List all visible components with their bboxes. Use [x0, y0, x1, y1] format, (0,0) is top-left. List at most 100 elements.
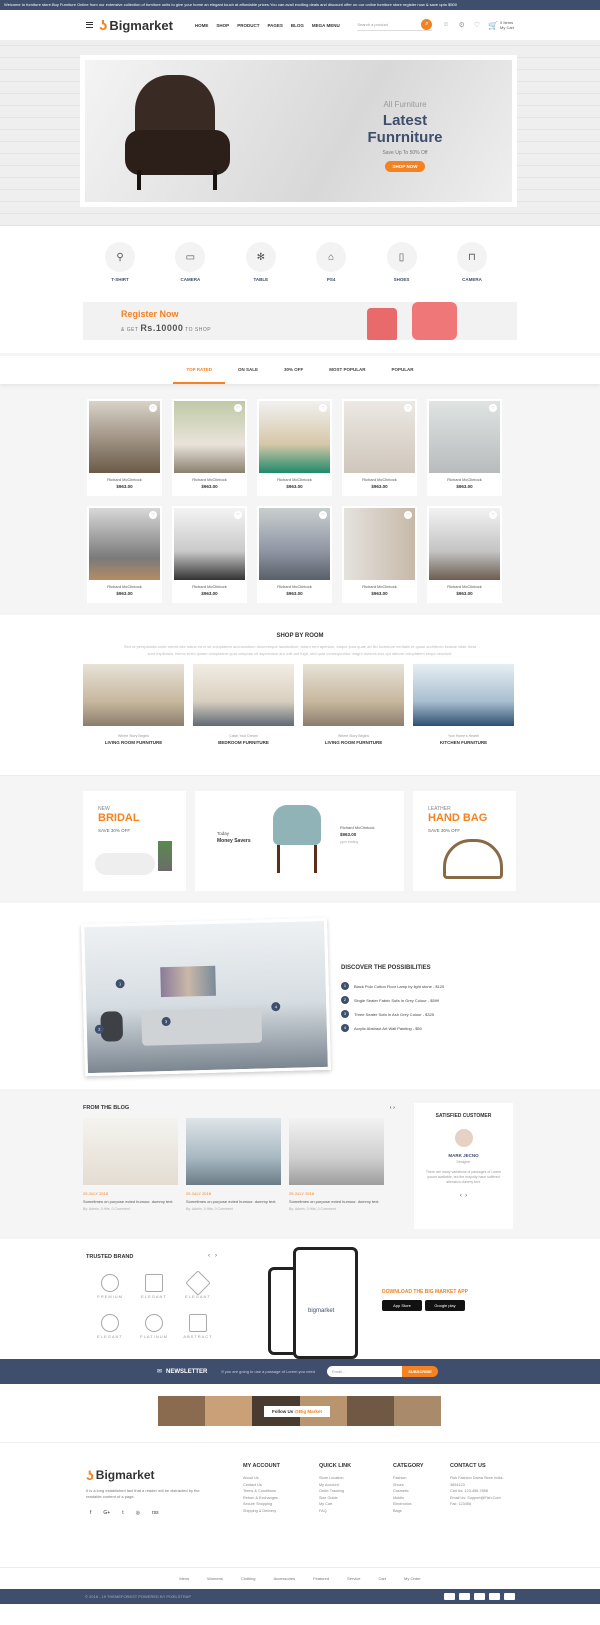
blog-post[interactable]: 25 JULY 2018 Sometimes on purpose ected h…: [83, 1118, 178, 1211]
promo-money-savers[interactable]: Today Money Savers Richard McClintock $9…: [195, 791, 404, 891]
brand-logo[interactable]: ABSTRACT: [177, 1314, 219, 1344]
product-card[interactable]: ♡ Richard McClintock $963.00: [342, 506, 417, 603]
blog-post[interactable]: 25 JULY 2018 Sometimes on purpose ected h…: [289, 1118, 384, 1211]
brand-logo[interactable]: ELEGANT: [89, 1314, 131, 1344]
wishlist-heart-icon[interactable]: ♡: [404, 511, 412, 519]
discover-item[interactable]: 3 Three Seater Sofa In Ash Grey Colour - …: [341, 1007, 511, 1021]
logo[interactable]: ʖ Bigmarket: [99, 17, 173, 34]
wishlist-heart-icon[interactable]: ♡: [149, 511, 157, 519]
nav-mega-menu[interactable]: MEGA MENU: [312, 23, 340, 28]
category-item[interactable]: ⚲ T-SHIRT: [100, 242, 140, 302]
nav-pages[interactable]: PAGES: [267, 23, 282, 28]
footer-link[interactable]: Bags: [393, 1508, 424, 1515]
twitter-icon[interactable]: t: [122, 1510, 123, 1516]
shop-now-button[interactable]: SHOP NOW: [384, 161, 426, 172]
category-item[interactable]: ✻ TABLE: [241, 242, 281, 302]
google-play-button[interactable]: Google play: [425, 1300, 465, 1311]
product-card[interactable]: ♡ Richard McClintock $963.00: [427, 399, 502, 496]
product-card[interactable]: ♡ Richard McClintock $963.00: [342, 399, 417, 496]
bottom-link[interactable]: Clothing: [241, 1576, 256, 1581]
discover-icon: [504, 1593, 515, 1600]
wishlist-heart-icon[interactable]: ♡: [474, 21, 480, 29]
bottom-link[interactable]: Service: [347, 1576, 360, 1581]
product-card[interactable]: ♡ Richard McClintock $963.00: [172, 399, 247, 496]
prev-arrow-icon[interactable]: ‹: [390, 1105, 392, 1111]
room-card[interactable]: Your Home's Hearth KITCHEN FURNITURE: [413, 664, 514, 745]
nav-product[interactable]: PRODUCT: [237, 23, 259, 28]
tab-popular[interactable]: POPULAR: [379, 356, 427, 384]
follow-us-button[interactable]: Follow Us @Big Market: [264, 1406, 330, 1417]
product-card[interactable]: ♡ Richard McClintock $963.00: [87, 506, 162, 603]
next-arrow-icon[interactable]: ›: [465, 1193, 467, 1199]
room-card[interactable]: Where Story Begins LIVING ROOM FURNITURE: [83, 664, 184, 745]
footer-link[interactable]: Terms & Conditions: [243, 1488, 280, 1495]
wishlist-heart-icon[interactable]: ♡: [319, 511, 327, 519]
room-card[interactable]: Where Story Begins LIVING ROOM FURNITURE: [303, 664, 404, 745]
bottom-link[interactable]: Featured: [313, 1576, 329, 1581]
rss-icon[interactable]: rss: [152, 1510, 159, 1516]
hamburger-menu-icon[interactable]: [86, 22, 93, 28]
category-item[interactable]: ▭ CAMERA: [170, 242, 210, 302]
bottom-link[interactable]: Accessories: [274, 1576, 296, 1581]
discover-item[interactable]: 4 Acrylic Abstract Art Wall Painting - $5…: [341, 1021, 511, 1035]
wishlist-heart-icon[interactable]: ♡: [319, 404, 327, 412]
email-field[interactable]: Email...: [327, 1366, 402, 1377]
tab-top-rated[interactable]: TOP RATED: [173, 356, 225, 384]
prev-arrow-icon[interactable]: ‹: [460, 1193, 462, 1199]
bottom-link[interactable]: Cart: [378, 1576, 386, 1581]
hotspot-marker[interactable]: 4: [271, 1002, 281, 1012]
user-icon[interactable]: ☺: [442, 21, 449, 29]
wishlist-heart-icon[interactable]: ♡: [489, 511, 497, 519]
tab-on-sale[interactable]: ON SALE: [225, 356, 271, 384]
brand-logo[interactable]: PLATINUM: [133, 1314, 175, 1344]
bottom-link[interactable]: Womens: [207, 1576, 223, 1581]
brand-logo[interactable]: ELEGANT: [133, 1274, 175, 1304]
app-store-button[interactable]: App Store: [382, 1300, 422, 1311]
bottom-link[interactable]: Mens: [179, 1576, 189, 1581]
wishlist-heart-icon[interactable]: ♡: [234, 511, 242, 519]
category-item[interactable]: ⌂ PS4: [311, 242, 351, 302]
facebook-icon[interactable]: f: [90, 1510, 91, 1516]
product-card[interactable]: ♡ Richard McClintock $963.00: [427, 506, 502, 603]
brand-logo[interactable]: PREMIUM: [89, 1274, 131, 1304]
promo-hand-bag[interactable]: LEATHER HAND BAG SAVE 30% OFF: [413, 791, 516, 891]
brand-logo[interactable]: ELEGANT: [177, 1270, 219, 1304]
tab-most-popular[interactable]: MOST POPULAR: [316, 356, 378, 384]
footer-link[interactable]: Shipping & Delivery: [243, 1508, 280, 1515]
discover-item[interactable]: 2 Single Seater Fabric Sofa In Grey Colou…: [341, 993, 511, 1007]
next-arrow-icon[interactable]: ›: [393, 1105, 395, 1111]
product-card[interactable]: ♡ Richard McClintock $963.00: [87, 399, 162, 496]
search-input[interactable]: Search a product ⌕: [357, 19, 433, 31]
wishlist-heart-icon[interactable]: ♡: [404, 404, 412, 412]
category-item[interactable]: ▯ SHOES: [382, 242, 422, 302]
footer-link[interactable]: FAQ: [319, 1508, 351, 1515]
subscribe-button[interactable]: SUBSCRIBE: [402, 1366, 438, 1377]
product-card[interactable]: ♡ Richard McClintock $963.00: [257, 399, 332, 496]
bottom-link[interactable]: My Order: [404, 1576, 421, 1581]
google-plus-icon[interactable]: G+: [103, 1510, 110, 1516]
next-arrow-icon[interactable]: ›: [215, 1253, 217, 1259]
cart-button[interactable]: 🛒 0 Items My Cart: [488, 20, 514, 30]
product-card[interactable]: ♡ Richard McClintock $963.00: [172, 506, 247, 603]
wishlist-heart-icon[interactable]: ♡: [149, 404, 157, 412]
nav-blog[interactable]: BLOG: [291, 23, 304, 28]
nav-home[interactable]: HOME: [195, 23, 209, 28]
footer-logo[interactable]: ʖ Bigmarket: [86, 1467, 154, 1483]
room-card[interactable]: Catch Your Dream BEDROOM FURNITURE: [193, 664, 294, 745]
tab-30-off[interactable]: 30% OFF: [271, 356, 316, 384]
discover-list: DISCOVER THE POSSIBILITIES 1 Black Polo C…: [341, 965, 511, 1035]
instagram-icon[interactable]: ◎: [136, 1510, 140, 1516]
hotspot-marker[interactable]: 1: [115, 979, 125, 989]
discover-item[interactable]: 1 Black Polo Cotton Floor Lamp by light s…: [341, 979, 511, 993]
blog-post[interactable]: 25 JULY 2018 Sometimes on purpose ected h…: [186, 1118, 281, 1211]
promo-bridal[interactable]: NEW BRIDAL SAVE 30% OFF: [83, 791, 186, 891]
search-icon[interactable]: ⌕: [421, 19, 433, 30]
wishlist-heart-icon[interactable]: ♡: [489, 404, 497, 412]
category-item[interactable]: ⊓ CAMERA: [452, 242, 492, 302]
product-card[interactable]: ♡ Richard McClintock $963.00: [257, 506, 332, 603]
prev-arrow-icon[interactable]: ‹: [208, 1253, 210, 1259]
settings-icon[interactable]: ⚙: [458, 21, 464, 29]
nav-shop[interactable]: SHOP: [216, 23, 229, 28]
wishlist-heart-icon[interactable]: ♡: [234, 404, 242, 412]
register-banner[interactable]: Register Now & GET Rs.10000 TO SHOP: [83, 302, 517, 340]
